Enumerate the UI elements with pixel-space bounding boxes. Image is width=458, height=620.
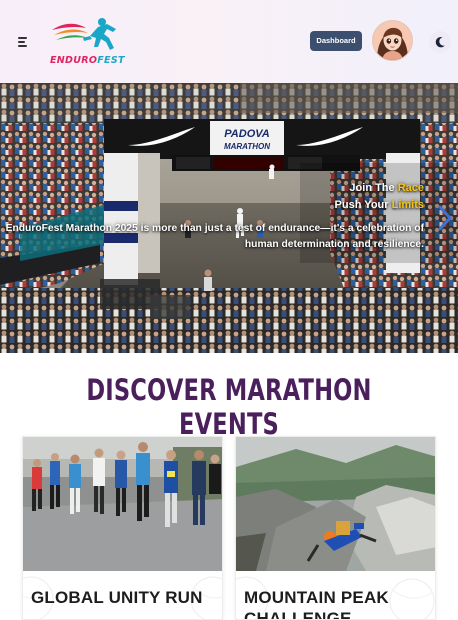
page: ENDUROFEST Dashboard PADOVA MARATHON Joi… (0, 0, 458, 620)
site-header: ENDUROFEST Dashboard (0, 0, 458, 83)
user-avatar[interactable] (373, 21, 412, 60)
chevron-right-icon (438, 205, 452, 231)
dashboard-button[interactable]: Dashboard (310, 31, 362, 51)
marathon-finish-photo: PADOVA MARATHON (0, 83, 458, 353)
hero-tagline-1: Join The Race (4, 182, 424, 194)
hero-tagline-2-accent: Limits (391, 199, 424, 211)
hero-tagline-1-text: Join The (349, 182, 398, 194)
hamburger-menu-icon[interactable] (18, 35, 30, 47)
avatar-image (373, 21, 412, 60)
theme-toggle-button[interactable] (429, 31, 451, 53)
logo-text-enduro: ENDURO (50, 55, 98, 66)
event-card-title: GLOBAL UNITY RUN (31, 588, 203, 607)
hero-tagline-2: Push Your Limits (4, 199, 424, 211)
brand-logo[interactable]: ENDUROFEST (50, 16, 124, 68)
logo-text: ENDUROFEST (50, 55, 125, 66)
mountain-climber-photo (236, 437, 435, 571)
hero-description: EnduroFest Marathon 2025 is more than ju… (5, 223, 424, 250)
moon-icon (435, 36, 445, 48)
events-section-title: DISCOVER MARATHON EVENTS (86, 373, 372, 441)
hero-next-button[interactable] (436, 204, 454, 232)
logo-text-fest: FEST (97, 55, 125, 66)
runner-logo-icon (52, 18, 116, 50)
hero-tagline-2-text: Push Your (334, 199, 392, 211)
hero-banner: PADOVA MARATHON Join The Race Push Your … (0, 83, 458, 353)
event-card-title: MOUNTAIN PEAK CHALLENGE (244, 588, 389, 620)
svg-text:PADOVA: PADOVA (224, 128, 269, 140)
svg-text:MARATHON: MARATHON (224, 142, 270, 151)
event-card-global-unity-run[interactable]: GLOBAL UNITY RUN (22, 436, 223, 620)
event-card-mountain-peak-challenge[interactable]: MOUNTAIN PEAK CHALLENGE (235, 436, 436, 620)
hero-tagline-1-accent: Race (397, 182, 424, 194)
city-runners-photo (23, 437, 222, 571)
